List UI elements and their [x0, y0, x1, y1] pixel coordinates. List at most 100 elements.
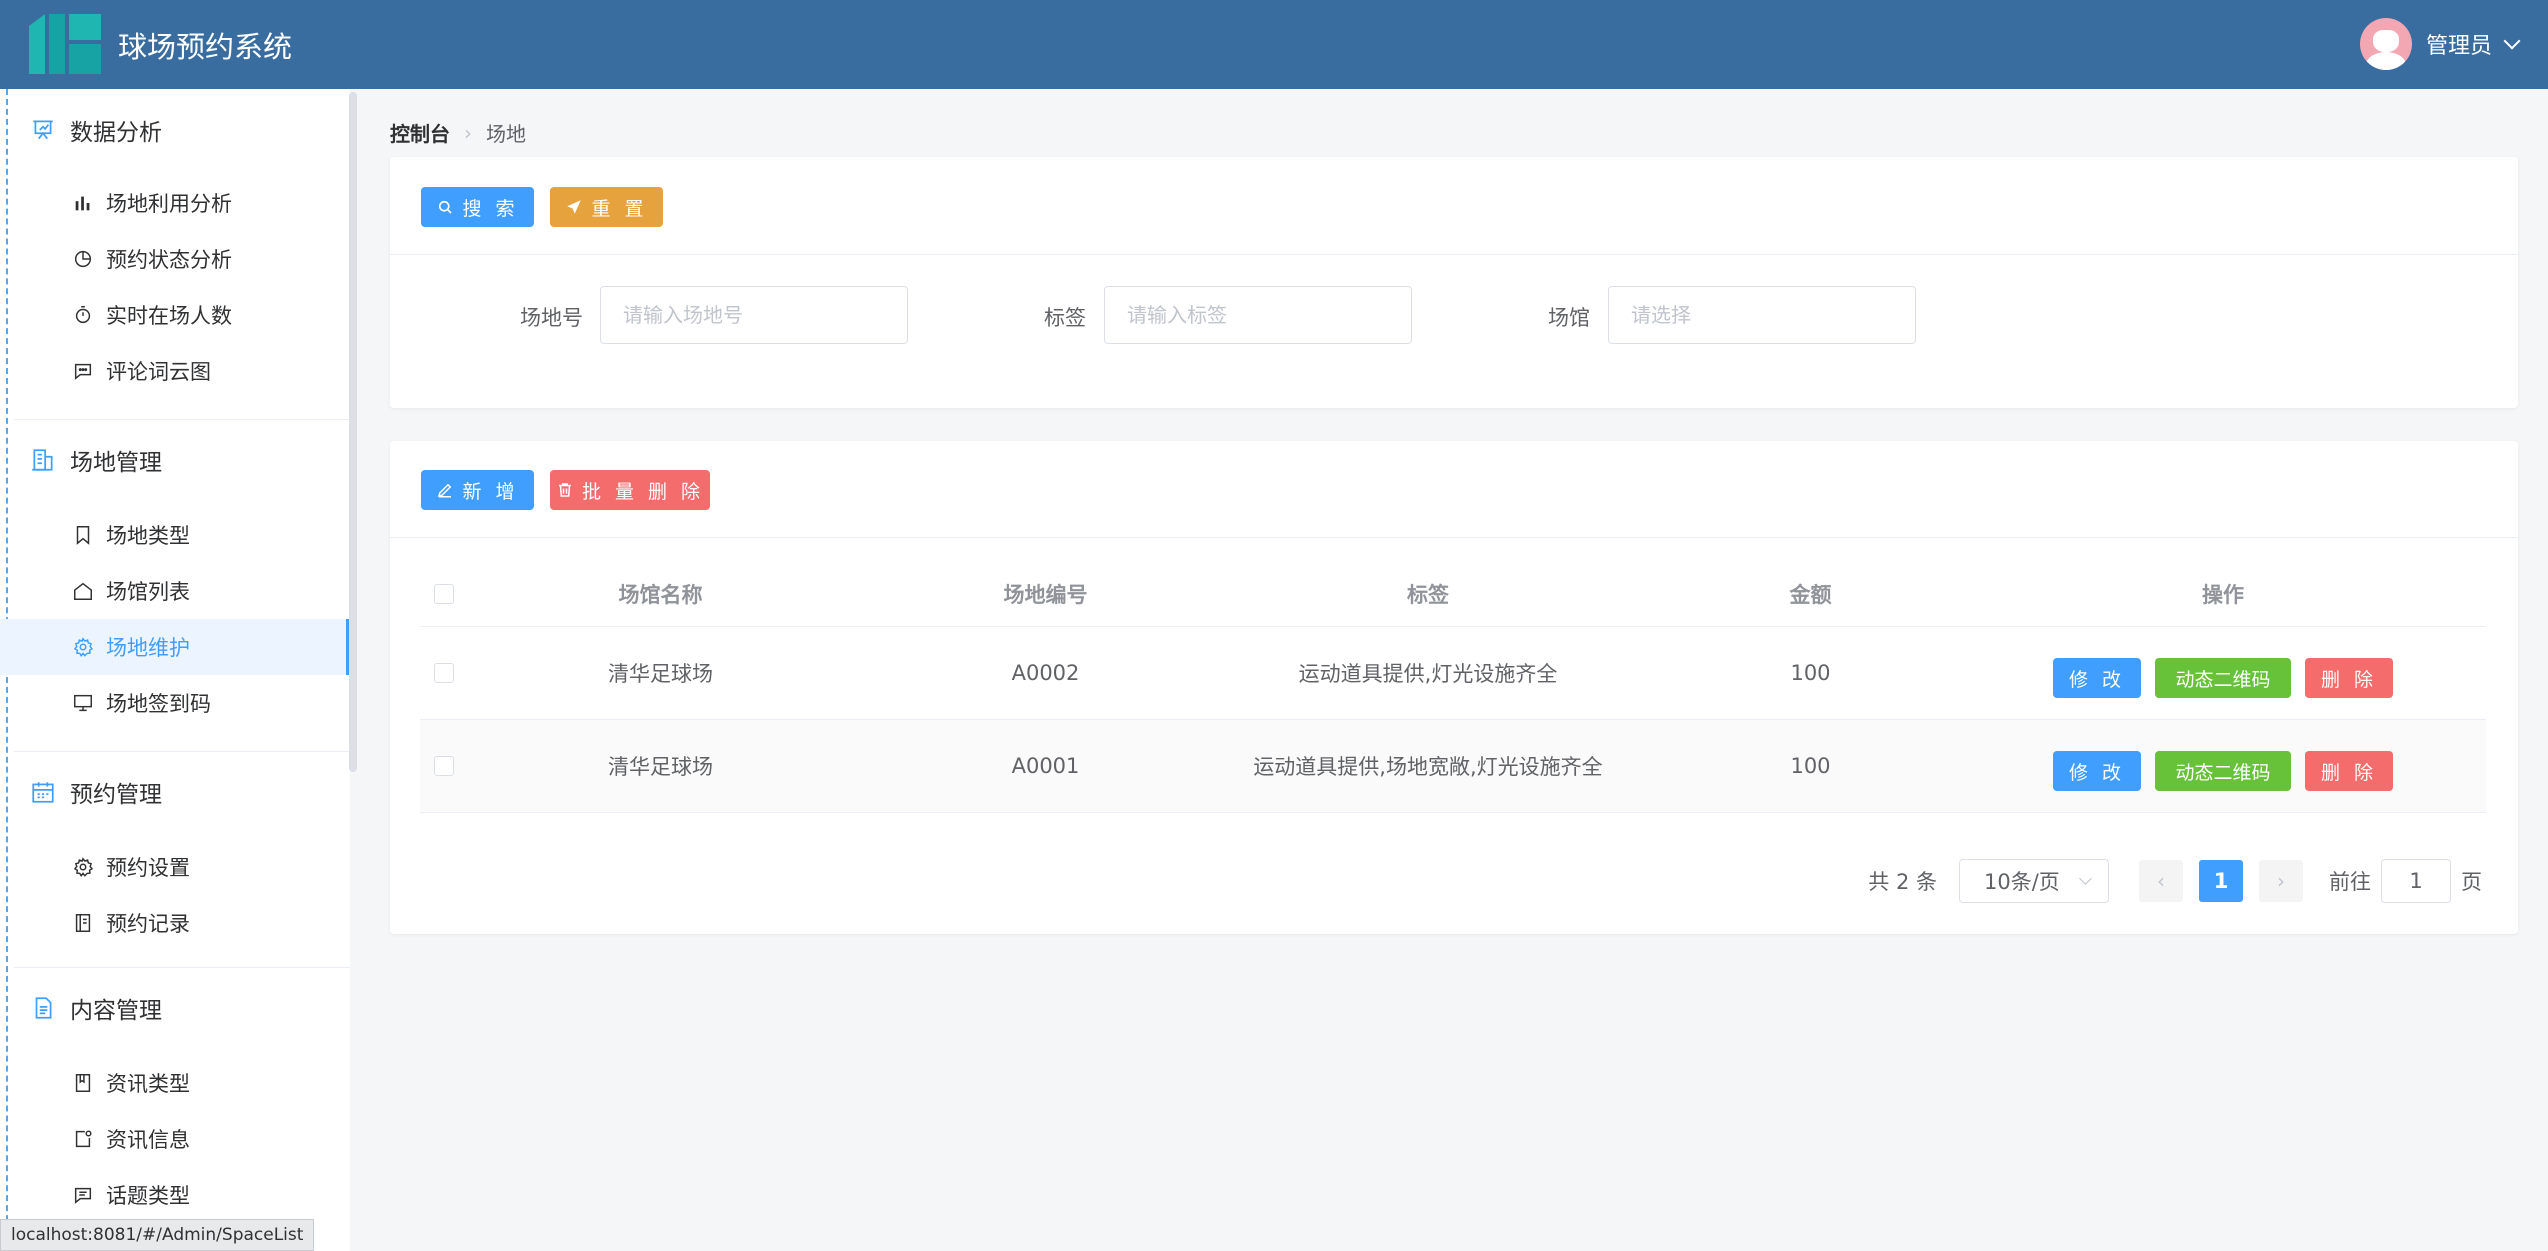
office-building-icon	[32, 449, 53, 471]
divider	[390, 537, 2518, 538]
sidebar-group-space-management[interactable]: 场地管理	[30, 443, 162, 477]
cell-tags: 运动道具提供,场地宽敞,灯光设施齐全	[1253, 755, 1603, 779]
chevron-down-icon	[2079, 872, 2092, 885]
table-panel: 新 增 批 量 删 除 场馆名称 场地编号 标签 金额 操作 清华足球场 A00…	[390, 441, 2518, 934]
monitor-icon	[74, 694, 92, 712]
column-header-code: 场地编号	[1003, 582, 1088, 607]
breadcrumb: 控制台 › 场地	[390, 118, 526, 147]
book-icon	[75, 1074, 91, 1092]
cell-actions: 修 改 动态二维码 删 除	[2003, 720, 2443, 812]
sidebar-group-data-analysis[interactable]: 数据分析	[30, 113, 162, 147]
field-label-venue: 场馆	[1548, 306, 1590, 330]
sidebar-item-news-info[interactable]: 资讯信息	[0, 1111, 350, 1167]
app-logo-icon	[29, 14, 101, 74]
sidebar-item-booking-records[interactable]: 预约记录	[0, 895, 350, 951]
edit-button[interactable]: 修 改	[2053, 658, 2141, 698]
trash-icon	[558, 483, 571, 497]
table-row: 清华足球场 A0001 运动道具提供,场地宽敞,灯光设施齐全 100 修 改 动…	[420, 720, 2486, 813]
select-all-checkbox[interactable]	[434, 583, 454, 604]
tag-input[interactable]	[1104, 286, 1412, 344]
page-number-current[interactable]: 1	[2199, 860, 2243, 902]
pagination-total: 共 2 条	[1868, 870, 1937, 894]
delete-button[interactable]: 删 除	[2305, 751, 2393, 791]
user-name[interactable]: 管理员	[2426, 28, 2492, 60]
breadcrumb-root[interactable]: 控制台	[390, 118, 450, 147]
cell-code: A0001	[1011, 754, 1080, 778]
paper-plane-icon	[567, 200, 582, 214]
app-title: 球场预约系统	[118, 30, 293, 64]
chart-presentation-icon	[33, 120, 53, 140]
divider	[390, 254, 2518, 255]
sidebar-group-booking-management[interactable]: 预约管理	[30, 775, 162, 809]
search-icon	[439, 200, 453, 214]
avatar[interactable]	[2359, 18, 2412, 70]
gear-icon	[73, 857, 94, 877]
cell-actions: 修 改 动态二维码 删 除	[2003, 627, 2443, 719]
sidebar-item-booking-settings[interactable]: 预约设置	[0, 839, 350, 895]
sidebar: 数据分析 场地利用分析 预约状态分析 实时在场人数 评论词云图 场地管理 场地类…	[0, 89, 350, 1251]
sidebar-group-content-management[interactable]: 内容管理	[30, 991, 162, 1025]
sidebar-divider	[14, 967, 350, 968]
chevron-left-icon: ‹	[2157, 869, 2165, 893]
cell-venue: 清华足球场	[608, 755, 713, 779]
gear-icon	[73, 637, 94, 657]
field-label-tag: 标签	[1044, 306, 1086, 330]
cell-amount: 100	[1790, 754, 1831, 778]
sidebar-item-realtime-count[interactable]: 实时在场人数	[0, 287, 350, 343]
table-row: 清华足球场 A0002 运动道具提供,灯光设施齐全 100 修 改 动态二维码 …	[420, 627, 2486, 720]
goto-page: 前往 页	[2329, 859, 2482, 903]
house-icon	[74, 582, 92, 600]
sidebar-item-topic-type[interactable]: 话题类型	[0, 1167, 350, 1223]
delete-button[interactable]: 删 除	[2305, 658, 2393, 698]
table-header-row: 场馆名称 场地编号 标签 金额 操作	[420, 561, 2486, 627]
sidebar-item-space-maintenance[interactable]: 场地维护	[0, 619, 350, 675]
pagination: 共 2 条 10条/页 ‹ 1 › 前往 页	[1868, 859, 2482, 903]
sidebar-item-word-cloud[interactable]: 评论词云图	[0, 343, 350, 399]
goto-page-input[interactable]	[2381, 859, 2451, 903]
sidebar-item-booking-status[interactable]: 预约状态分析	[0, 231, 350, 287]
sidebar-item-checkin-code[interactable]: 场地签到码	[0, 675, 350, 731]
breadcrumb-current: 场地	[486, 122, 526, 146]
sidebar-scrollbar[interactable]	[349, 92, 357, 772]
cell-venue: 清华足球场	[608, 662, 713, 686]
edit-button[interactable]: 修 改	[2053, 751, 2141, 791]
row-checkbox[interactable]	[434, 663, 454, 683]
bookmark-icon	[76, 526, 90, 545]
space-number-input[interactable]	[600, 286, 908, 344]
sidebar-item-news-type[interactable]: 资讯类型	[0, 1055, 350, 1111]
top-header: 球场预约系统 管理员	[0, 0, 2548, 89]
venue-select[interactable]	[1608, 286, 1916, 344]
bar-chart-icon	[75, 196, 90, 211]
next-page-button[interactable]: ›	[2259, 860, 2303, 902]
add-button[interactable]: 新 增	[421, 470, 534, 510]
cell-tags: 运动道具提供,灯光设施齐全	[1298, 662, 1558, 686]
row-checkbox[interactable]	[434, 756, 454, 776]
qrcode-button[interactable]: 动态二维码	[2155, 751, 2291, 791]
pie-chart-icon	[74, 250, 92, 268]
search-button[interactable]: 搜 索	[421, 187, 534, 227]
reset-button[interactable]: 重 置	[550, 187, 663, 227]
sidebar-item-space-usage[interactable]: 场地利用分析	[0, 175, 350, 231]
edit-icon	[438, 483, 452, 498]
notebook-icon	[75, 914, 91, 932]
sidebar-divider	[14, 751, 350, 752]
chevron-down-icon[interactable]	[2503, 32, 2521, 50]
chat-dots-icon	[74, 363, 92, 380]
search-panel: 搜 索 重 置 场地号 标签 场馆	[390, 157, 2518, 408]
cell-amount: 100	[1790, 661, 1831, 685]
page-size-select[interactable]: 10条/页	[1959, 859, 2109, 903]
news-icon	[75, 1130, 92, 1148]
qrcode-button[interactable]: 动态二维码	[2155, 658, 2291, 698]
sidebar-item-space-type[interactable]: 场地类型	[0, 507, 350, 563]
stopwatch-icon	[75, 306, 91, 324]
column-header-amount: 金额	[1789, 582, 1832, 607]
user-menu[interactable]: 管理员	[2359, 18, 2521, 70]
prev-page-button[interactable]: ‹	[2139, 860, 2183, 902]
column-header-actions: 操作	[2202, 582, 2244, 607]
sidebar-item-venue-list[interactable]: 场馆列表	[0, 563, 350, 619]
sidebar-divider	[14, 419, 350, 420]
status-bar-url: localhost:8081/#/Admin/SpaceList	[0, 1219, 315, 1251]
calendar-icon	[32, 782, 54, 803]
chevron-right-icon: ›	[464, 120, 472, 145]
batch-delete-button[interactable]: 批 量 删 除	[550, 470, 710, 510]
